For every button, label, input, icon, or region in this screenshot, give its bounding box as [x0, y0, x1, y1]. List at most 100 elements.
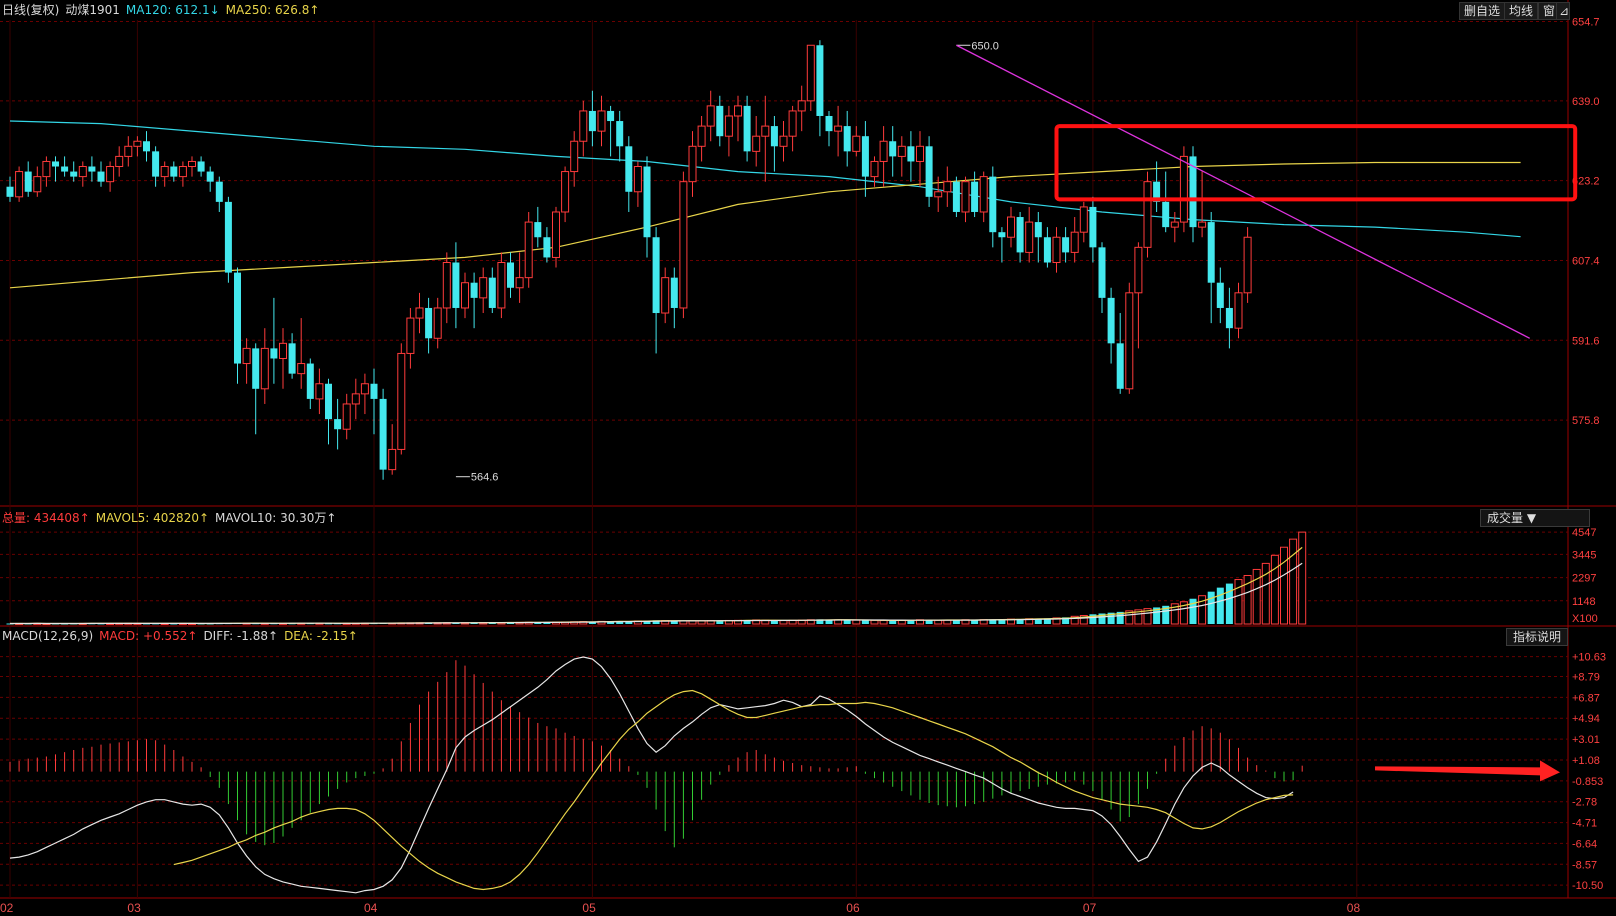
candle-body: [234, 272, 241, 364]
candle-body: [934, 191, 943, 198]
candle-body: [633, 166, 642, 193]
time-tick-label: 03: [127, 901, 141, 915]
candle-body: [679, 181, 688, 309]
candle-body: [260, 347, 269, 390]
candle-body: [370, 383, 378, 399]
candle-body: [724, 115, 733, 137]
candle-body: [971, 181, 979, 212]
volume-bar: [1225, 583, 1233, 624]
volume-tick-label: 1148: [1572, 596, 1596, 608]
candle-body: [143, 141, 150, 152]
candle-body: [188, 160, 196, 168]
volume-bar: [1298, 531, 1307, 625]
total-volume-label: 总量: 434408↑: [2, 511, 90, 525]
candle-body: [952, 181, 960, 212]
volume-bar: [1207, 591, 1215, 624]
indicator-help-button[interactable]: 指标说明: [1506, 628, 1569, 646]
candle-body: [470, 282, 478, 298]
candle-body: [1070, 231, 1079, 253]
volume-tick-label: 4547: [1572, 527, 1596, 539]
candle-body: [342, 403, 351, 430]
candle-body: [534, 222, 542, 238]
price-tick-label: 607.4: [1572, 255, 1600, 267]
candle-body: [616, 121, 624, 147]
candle-body: [160, 166, 169, 178]
volume-unit-label: X100: [1572, 613, 1598, 625]
candle-body: [70, 171, 78, 177]
price-tick-label: 654.7: [1572, 17, 1600, 29]
volume-bar: [852, 619, 861, 625]
volume-bar: [843, 620, 851, 624]
candle-body: [889, 141, 897, 157]
candle-body: [288, 343, 296, 374]
volume-bar: [934, 619, 943, 625]
time-tick-label: 07: [1083, 901, 1097, 915]
candle-body: [907, 146, 915, 162]
volume-tick-label: 2297: [1572, 573, 1596, 585]
symbol-name: 动煤1901: [65, 3, 120, 17]
candle-body: [97, 171, 105, 182]
candle-body: [306, 363, 314, 399]
candle-body: [78, 166, 87, 178]
macd-tick-label: +3.01: [1572, 734, 1600, 746]
candle-body: [607, 110, 615, 122]
candle-body: [115, 155, 124, 168]
candle-body: [652, 237, 660, 314]
macd-tick-label: -4.71: [1572, 818, 1597, 830]
candle-body: [916, 145, 924, 162]
macd-tick-label: +6.87: [1572, 692, 1600, 704]
candle-body: [588, 110, 596, 132]
remove-favorite-button[interactable]: 删自选: [1459, 2, 1506, 20]
candle-body: [279, 342, 287, 359]
volume-indicator-select[interactable]: 成交量 ▼: [1480, 509, 1590, 527]
candle-body: [1170, 221, 1179, 228]
candle-body: [770, 126, 778, 147]
candle-body: [570, 140, 579, 173]
candle-body: [52, 161, 59, 167]
candle-body: [1134, 246, 1143, 294]
candle-body: [1225, 307, 1233, 329]
candle-body: [597, 110, 606, 132]
candle-body: [1034, 222, 1042, 238]
candle-body: [442, 262, 451, 309]
volume-bar: [1280, 546, 1288, 625]
dea-value: DEA: -2.15↑: [284, 629, 358, 643]
diff-value: DIFF: -1.88↑: [203, 629, 279, 643]
volume-bar: [879, 619, 888, 625]
candle-body: [1125, 292, 1134, 390]
candle-body: [61, 166, 69, 172]
candle-body: [406, 317, 415, 354]
candle-body: [706, 105, 715, 127]
candle-body: [152, 151, 160, 177]
candle-body: [1243, 236, 1252, 294]
chart-period-title: 日线(复权): [2, 3, 60, 17]
candle-body: [870, 160, 879, 178]
candle-body: [334, 419, 342, 430]
price-tick-label: 639.0: [1572, 96, 1600, 108]
candle-body: [106, 166, 115, 183]
volume-bar: [889, 620, 897, 624]
candle-body: [779, 135, 788, 147]
macd-tick-label: -6.64: [1572, 838, 1597, 850]
candle-body: [388, 448, 397, 471]
candle-body: [1143, 181, 1152, 248]
macd-header: MACD(12,26,9) MACD: +0.552↑ DIFF: -1.88↑ DE…: [2, 628, 364, 644]
candle-body: [643, 166, 651, 238]
kline-chart[interactable]: 575.8591.6607.4623.2639.0654.74547344522…: [0, 0, 1616, 916]
candle-body: [1062, 237, 1070, 253]
candle-body: [625, 146, 633, 192]
price-tick-label: 591.6: [1572, 335, 1600, 347]
candle-body: [834, 125, 843, 132]
candle-body: [579, 110, 588, 142]
candle-body: [315, 383, 324, 400]
time-tick-label: 08: [1347, 901, 1361, 915]
candle-body: [479, 277, 488, 299]
mavol5-line: [10, 546, 1303, 625]
menu-icon[interactable]: ⊿: [1556, 2, 1570, 20]
candle-body: [197, 161, 205, 172]
ma-toggle-button[interactable]: 均线: [1504, 2, 1539, 20]
candle-body: [42, 160, 51, 178]
candle-body: [788, 110, 797, 137]
candle-body: [797, 100, 806, 112]
candle-body: [325, 383, 332, 420]
